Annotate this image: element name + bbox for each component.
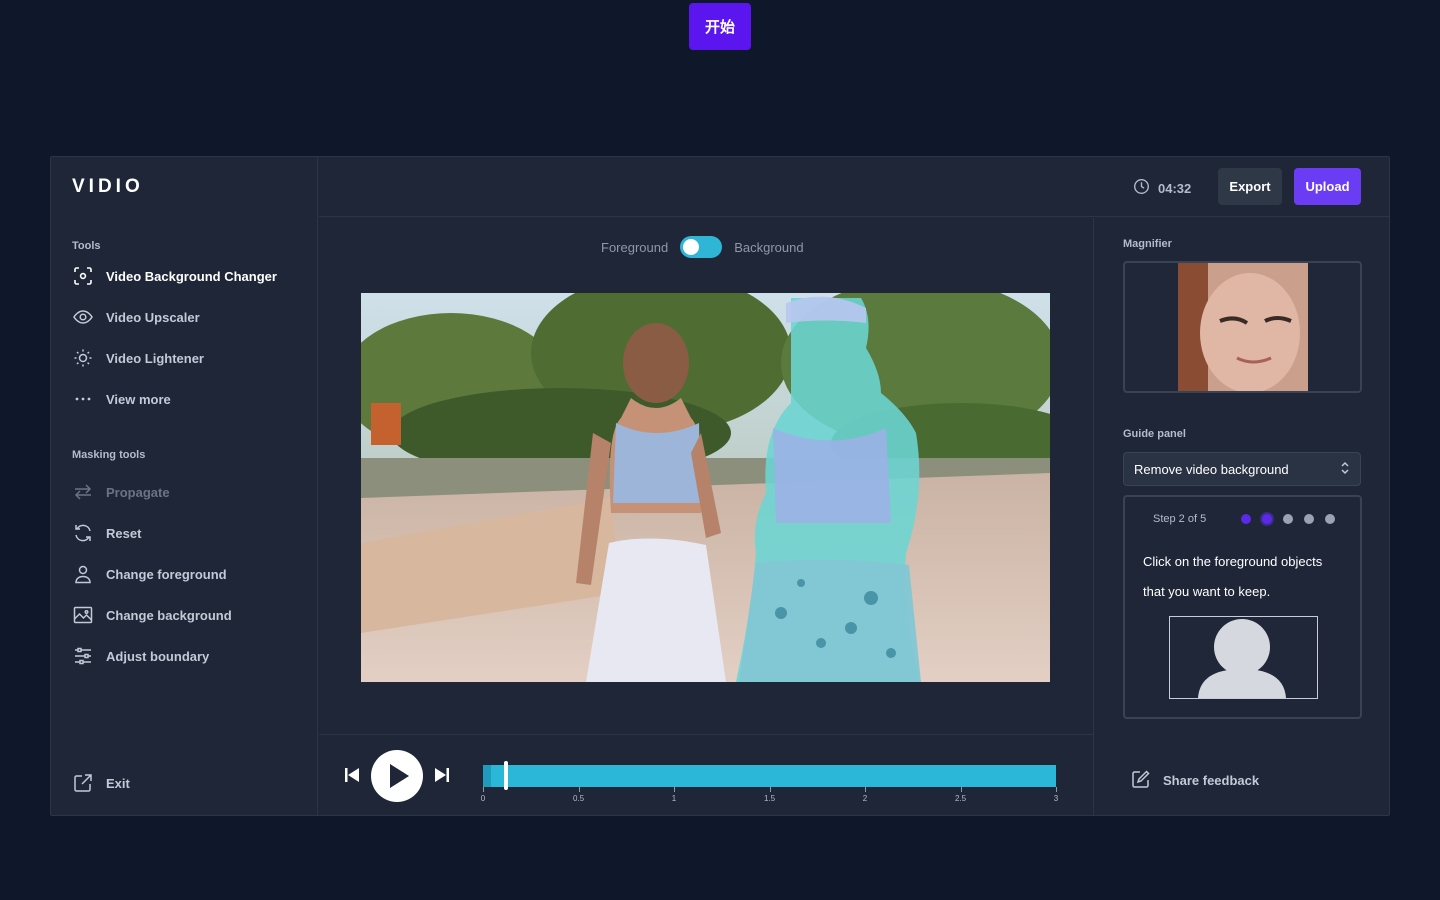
sidebar-item-change-background[interactable]: Change background	[72, 603, 232, 627]
step-dot	[1241, 514, 1251, 524]
avatar-placeholder	[1169, 616, 1318, 699]
start-button[interactable]: 开始	[689, 3, 751, 50]
step-dot	[1304, 514, 1314, 524]
more-dots-icon	[72, 388, 94, 410]
sidebar-item-label: Video Lightener	[106, 350, 204, 366]
sidebar-item-propagate[interactable]: Propagate	[72, 480, 170, 504]
timeline-tick	[578, 787, 580, 792]
sidebar-item-label: Video Upscaler	[106, 309, 200, 325]
sidebar-item-video-lightener[interactable]: Video Lightener	[72, 346, 204, 370]
tools-section-label: Tools	[72, 240, 101, 252]
timeline-start-marker	[483, 765, 491, 787]
image-icon	[72, 604, 94, 626]
masking-tools-section-label: Masking tools	[72, 449, 146, 461]
magnifier-image	[1178, 263, 1308, 391]
timeline-tick-label: 1.5	[763, 794, 776, 803]
app-window: VIDIO Tools Video Background Changer Vid…	[50, 156, 1390, 816]
sidebar-item-label: Change foreground	[106, 566, 227, 582]
skip-back-button[interactable]	[345, 768, 359, 787]
magnifier-label: Magnifier	[1123, 238, 1172, 250]
toggle-foreground-label: Foreground	[601, 239, 669, 255]
step-dot	[1325, 514, 1335, 524]
external-link-icon	[72, 772, 94, 794]
timeline-tick-label: 0	[480, 794, 486, 803]
timeline-tick-label: 2	[862, 794, 868, 803]
sidebar-item-adjust-boundary[interactable]: Adjust boundary	[72, 644, 209, 668]
sidebar-item-label: Video Background Changer	[106, 268, 277, 284]
toggle-background-label: Background	[734, 239, 804, 255]
right-panel: Magnifier Guide panel Remove video backg…	[1095, 218, 1389, 815]
exit-label: Exit	[106, 775, 130, 791]
timeline-tick	[960, 787, 962, 792]
timeline-tick-label: 1	[671, 794, 677, 803]
magnifier-view	[1123, 261, 1362, 393]
step-dot	[1262, 514, 1272, 524]
sidebar-item-label: Propagate	[106, 484, 170, 500]
guide-line-2: that you want to keep.	[1143, 584, 1271, 599]
share-feedback-button[interactable]: Share feedback	[1131, 769, 1259, 792]
person-silhouette-icon	[1198, 619, 1286, 698]
sidebar-item-label: View more	[106, 391, 171, 407]
fg-bg-toggle: Foreground Background	[601, 236, 804, 258]
skip-forward-button[interactable]	[435, 768, 449, 787]
foreground-background-switch[interactable]	[680, 236, 723, 258]
clock-icon	[1133, 178, 1150, 198]
timer-value: 04:32	[1158, 180, 1192, 196]
sidebar-item-label: Reset	[106, 525, 142, 541]
arrows-swap-icon	[72, 481, 94, 503]
sun-icon	[72, 347, 94, 369]
sidebar-item-reset[interactable]: Reset	[72, 521, 141, 545]
timeline-playhead[interactable]	[504, 761, 508, 790]
export-button[interactable]: Export	[1218, 168, 1282, 205]
exit-button[interactable]: Exit	[72, 771, 130, 795]
chevron-updown-icon	[1340, 461, 1350, 478]
step-dots	[1241, 514, 1335, 524]
guide-card: Step 2 of 5 Click on the foreground obje…	[1123, 495, 1362, 719]
upload-button[interactable]: Upload	[1294, 168, 1361, 205]
eye-icon	[72, 306, 94, 328]
editor-area: Foreground Background 0 0.5 1 1.5 2 2.5 …	[319, 218, 1094, 815]
timer: 04:32	[1133, 178, 1191, 198]
timeline-tick-label: 0.5	[572, 794, 585, 803]
edit-icon	[1131, 769, 1151, 792]
player-bar: 0 0.5 1 1.5 2 2.5 3	[319, 734, 1094, 815]
video-preview[interactable]	[361, 293, 1050, 682]
timeline-tick-label: 3	[1053, 794, 1059, 803]
sidebar-item-change-foreground[interactable]: Change foreground	[72, 562, 227, 586]
play-button[interactable]	[371, 750, 423, 807]
focus-frame-icon	[72, 265, 94, 287]
guide-line-1: Click on the foreground objects	[1143, 554, 1323, 569]
timeline-tick	[1056, 787, 1057, 792]
step-dot	[1283, 514, 1293, 524]
video-frame	[361, 293, 1050, 682]
sidebar-item-label: Change background	[106, 607, 232, 623]
guide-select[interactable]: Remove video background	[1123, 452, 1361, 486]
timeline-tick	[769, 787, 771, 792]
app-logo: VIDIO	[72, 176, 144, 197]
share-feedback-label: Share feedback	[1163, 773, 1260, 788]
step-indicator-text: Step 2 of 5	[1153, 513, 1207, 525]
sidebar-item-label: Adjust boundary	[106, 648, 210, 664]
timeline-tick	[483, 787, 484, 792]
timeline-tick	[865, 787, 866, 792]
sliders-icon	[72, 645, 94, 667]
refresh-icon	[72, 522, 94, 544]
sidebar-item-view-more[interactable]: View more	[72, 387, 171, 411]
sidebar-item-video-background-changer[interactable]: Video Background Changer	[72, 264, 277, 288]
timeline-track[interactable]	[483, 761, 1056, 790]
user-icon	[72, 563, 94, 585]
sidebar-item-video-upscaler[interactable]: Video Upscaler	[72, 305, 200, 329]
guide-select-value: Remove video background	[1134, 461, 1289, 477]
top-bar: 04:32 Export Upload	[319, 157, 1389, 217]
timeline-tick-label: 2.5	[954, 794, 967, 803]
guide-instructions: Click on the foreground objects that you…	[1143, 547, 1343, 607]
guide-panel-label: Guide panel	[1123, 428, 1186, 440]
timeline-tick	[674, 787, 675, 792]
sidebar: VIDIO Tools Video Background Changer Vid…	[51, 157, 318, 815]
